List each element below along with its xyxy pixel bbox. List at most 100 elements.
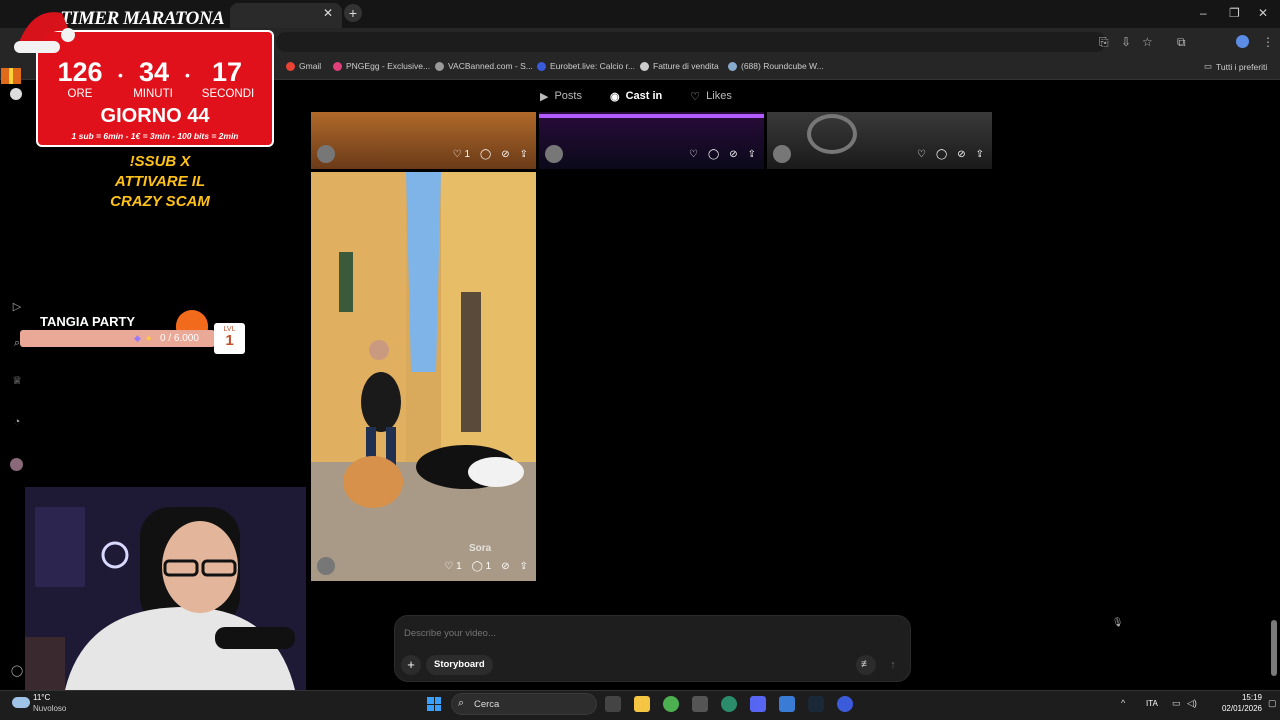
bookmark-vacbanned[interactable]: VACBanned.com - S... <box>435 61 533 71</box>
comment-button[interactable]: ◯ 1 <box>472 561 492 572</box>
remix-icon[interactable]: ⊘ <box>501 561 509 572</box>
settings-sliders-button[interactable]: ≢ <box>856 655 876 675</box>
share-icon[interactable]: ⇪ <box>520 149 528 160</box>
like-button[interactable]: ♡ 1 <box>453 149 470 160</box>
share-icon[interactable]: ⇪ <box>520 561 528 572</box>
install-app-icon[interactable]: ⇩ <box>1121 35 1131 49</box>
profile-tabs: ▶ Posts ◉ Cast in ♡ Likes <box>540 84 732 108</box>
taskbar-search[interactable] <box>451 693 597 715</box>
translate-icon[interactable]: ⎘ <box>1099 35 1109 50</box>
describe-video-input[interactable] <box>404 628 844 639</box>
chevron-up-icon[interactable]: ^ <box>1121 698 1125 708</box>
tile-actions: ♡ ◯ ⊘ ⇪ <box>767 139 992 169</box>
bookmark-fatture[interactable]: Fatture di vendita <box>640 61 719 71</box>
address-bar[interactable] <box>276 32 1106 52</box>
app-arrow-icon[interactable] <box>779 696 795 712</box>
heart-icon: ♡ <box>452 148 462 160</box>
user-circle-icon: ◉ <box>609 90 620 103</box>
window-close-icon[interactable]: ✕ <box>1258 6 1268 20</box>
play-square-icon: ▶ <box>540 90 549 103</box>
video-icon[interactable]: ▷ <box>10 300 24 314</box>
coin-icon: ● <box>146 333 152 343</box>
weather-temperature[interactable]: 11°C <box>33 693 50 702</box>
page-scrollbar[interactable] <box>1271 620 1277 676</box>
volume-icon[interactable]: ◁) <box>1187 698 1197 709</box>
add-attachment-button[interactable]: + <box>401 655 421 675</box>
comment-icon: ◯ <box>471 560 483 572</box>
globe-icon <box>435 61 444 71</box>
clock-date[interactable]: 02/01/2026 <box>1204 704 1262 713</box>
video-tile[interactable]: ♡ ◯ ⊘ ⇪ <box>767 112 992 169</box>
profile-avatar[interactable] <box>1236 35 1249 48</box>
chrome-icon[interactable] <box>663 696 679 712</box>
webcam-feed <box>25 487 306 690</box>
heart-icon[interactable]: ♡ <box>917 149 926 160</box>
gift-icon <box>1 68 22 100</box>
notification-icon[interactable]: ▢ <box>1268 698 1277 709</box>
tile-actions: ♡ 1 ◯ 1 ⊘ ⇪ <box>311 551 536 581</box>
bookmark-roundcube[interactable]: (688) Roundcube W... <box>728 61 824 71</box>
share-icon[interactable]: ⇪ <box>748 149 756 160</box>
bookmark-eurobet[interactable]: Eurobet.live: Calcio r... <box>537 61 635 71</box>
profile-avatar[interactable] <box>10 458 23 471</box>
comment-icon[interactable]: ◯ <box>480 149 491 160</box>
bell-icon[interactable]: ◔ <box>10 416 24 430</box>
pngegg-icon <box>333 61 342 71</box>
weather-description[interactable]: Nuvoloso <box>33 704 66 713</box>
video-tile[interactable]: ♡ ◯ ⊘ ⇪ <box>539 112 764 169</box>
app-dome-icon[interactable] <box>837 696 853 712</box>
windows-start-button[interactable] <box>427 697 441 711</box>
clock-time[interactable]: 15:19 <box>1222 693 1262 702</box>
send-button[interactable]: ↑ <box>883 655 903 675</box>
steam-icon[interactable] <box>808 696 824 712</box>
tab-likes[interactable]: ♡ Likes <box>690 90 732 103</box>
app-cat-icon[interactable] <box>692 696 708 712</box>
comment-icon[interactable]: ◯ <box>708 149 719 160</box>
share-icon[interactable]: ⇪ <box>976 149 984 160</box>
sliders-icon: ≢ <box>861 659 871 670</box>
roundcube-icon <box>728 61 737 71</box>
file-explorer-icon[interactable] <box>634 696 650 712</box>
tile-actions: ♡ ◯ ⊘ ⇪ <box>539 139 764 169</box>
tile-actions: ♡ 1 ◯ ⊘ ⇪ <box>311 139 536 169</box>
bookmark-star-icon[interactable]: ☆ <box>1142 35 1153 49</box>
remix-icon[interactable]: ⊘ <box>957 149 965 160</box>
remix-icon[interactable]: ⊘ <box>729 149 737 160</box>
timer-separator: • <box>185 67 190 83</box>
neon-light-graphic <box>539 114 764 118</box>
tab-cast-in[interactable]: ◉ Cast in <box>610 90 662 103</box>
heart-icon: ♡ <box>444 560 454 572</box>
new-tab-button[interactable]: + <box>344 4 362 22</box>
santa-hat-icon <box>14 12 75 53</box>
all-bookmarks-button[interactable]: ▭ Tutti i preferiti <box>1204 61 1267 72</box>
mic-icon[interactable]: 🎙︎ <box>1112 617 1123 628</box>
task-view-icon[interactable] <box>605 696 621 712</box>
menu-kebab-icon[interactable]: ⋮ <box>1262 35 1274 49</box>
minimize-icon[interactable]: – <box>1200 6 1207 20</box>
heart-icon[interactable]: ♡ <box>689 149 698 160</box>
globe-icon <box>640 61 649 71</box>
keyboard-language[interactable]: ITA <box>1146 699 1158 708</box>
timer-seconds-label: SECONDI <box>201 88 255 100</box>
tab-posts[interactable]: ▶ Posts <box>540 90 582 103</box>
timer-seconds: 17 <box>211 57 243 87</box>
bookmark-pngegg[interactable]: PNGEgg - Exclusive... <box>333 61 430 71</box>
bookmark-gmail[interactable]: Gmail <box>286 61 321 71</box>
maximize-icon[interactable]: ❐ <box>1229 6 1240 20</box>
discord-icon[interactable] <box>750 696 766 712</box>
taskbar-search-label: Cerca <box>474 699 500 710</box>
trophy-icon[interactable]: ♕ <box>10 374 24 388</box>
network-icon[interactable]: ▭ <box>1172 698 1181 709</box>
remix-icon[interactable]: ⊘ <box>501 149 509 160</box>
close-tab-icon[interactable]: ✕ <box>323 6 333 20</box>
storyboard-button[interactable]: Storyboard <box>426 655 493 675</box>
extensions-icon[interactable]: ⧉ <box>1177 35 1186 50</box>
video-tile[interactable]: Sora ♡ 1 ◯ 1 ⊘ ⇪ <box>311 172 536 581</box>
browser-app-icon[interactable] <box>721 696 737 712</box>
comment-icon[interactable]: ◯ <box>936 149 947 160</box>
gmail-icon <box>286 61 295 71</box>
like-button[interactable]: ♡ 1 <box>444 561 461 572</box>
menu-circle-icon[interactable]: ◯ <box>10 664 24 678</box>
tangia-party-title: TANGIA PARTY <box>40 314 136 329</box>
video-tile[interactable]: ♡ 1 ◯ ⊘ ⇪ <box>311 112 536 169</box>
